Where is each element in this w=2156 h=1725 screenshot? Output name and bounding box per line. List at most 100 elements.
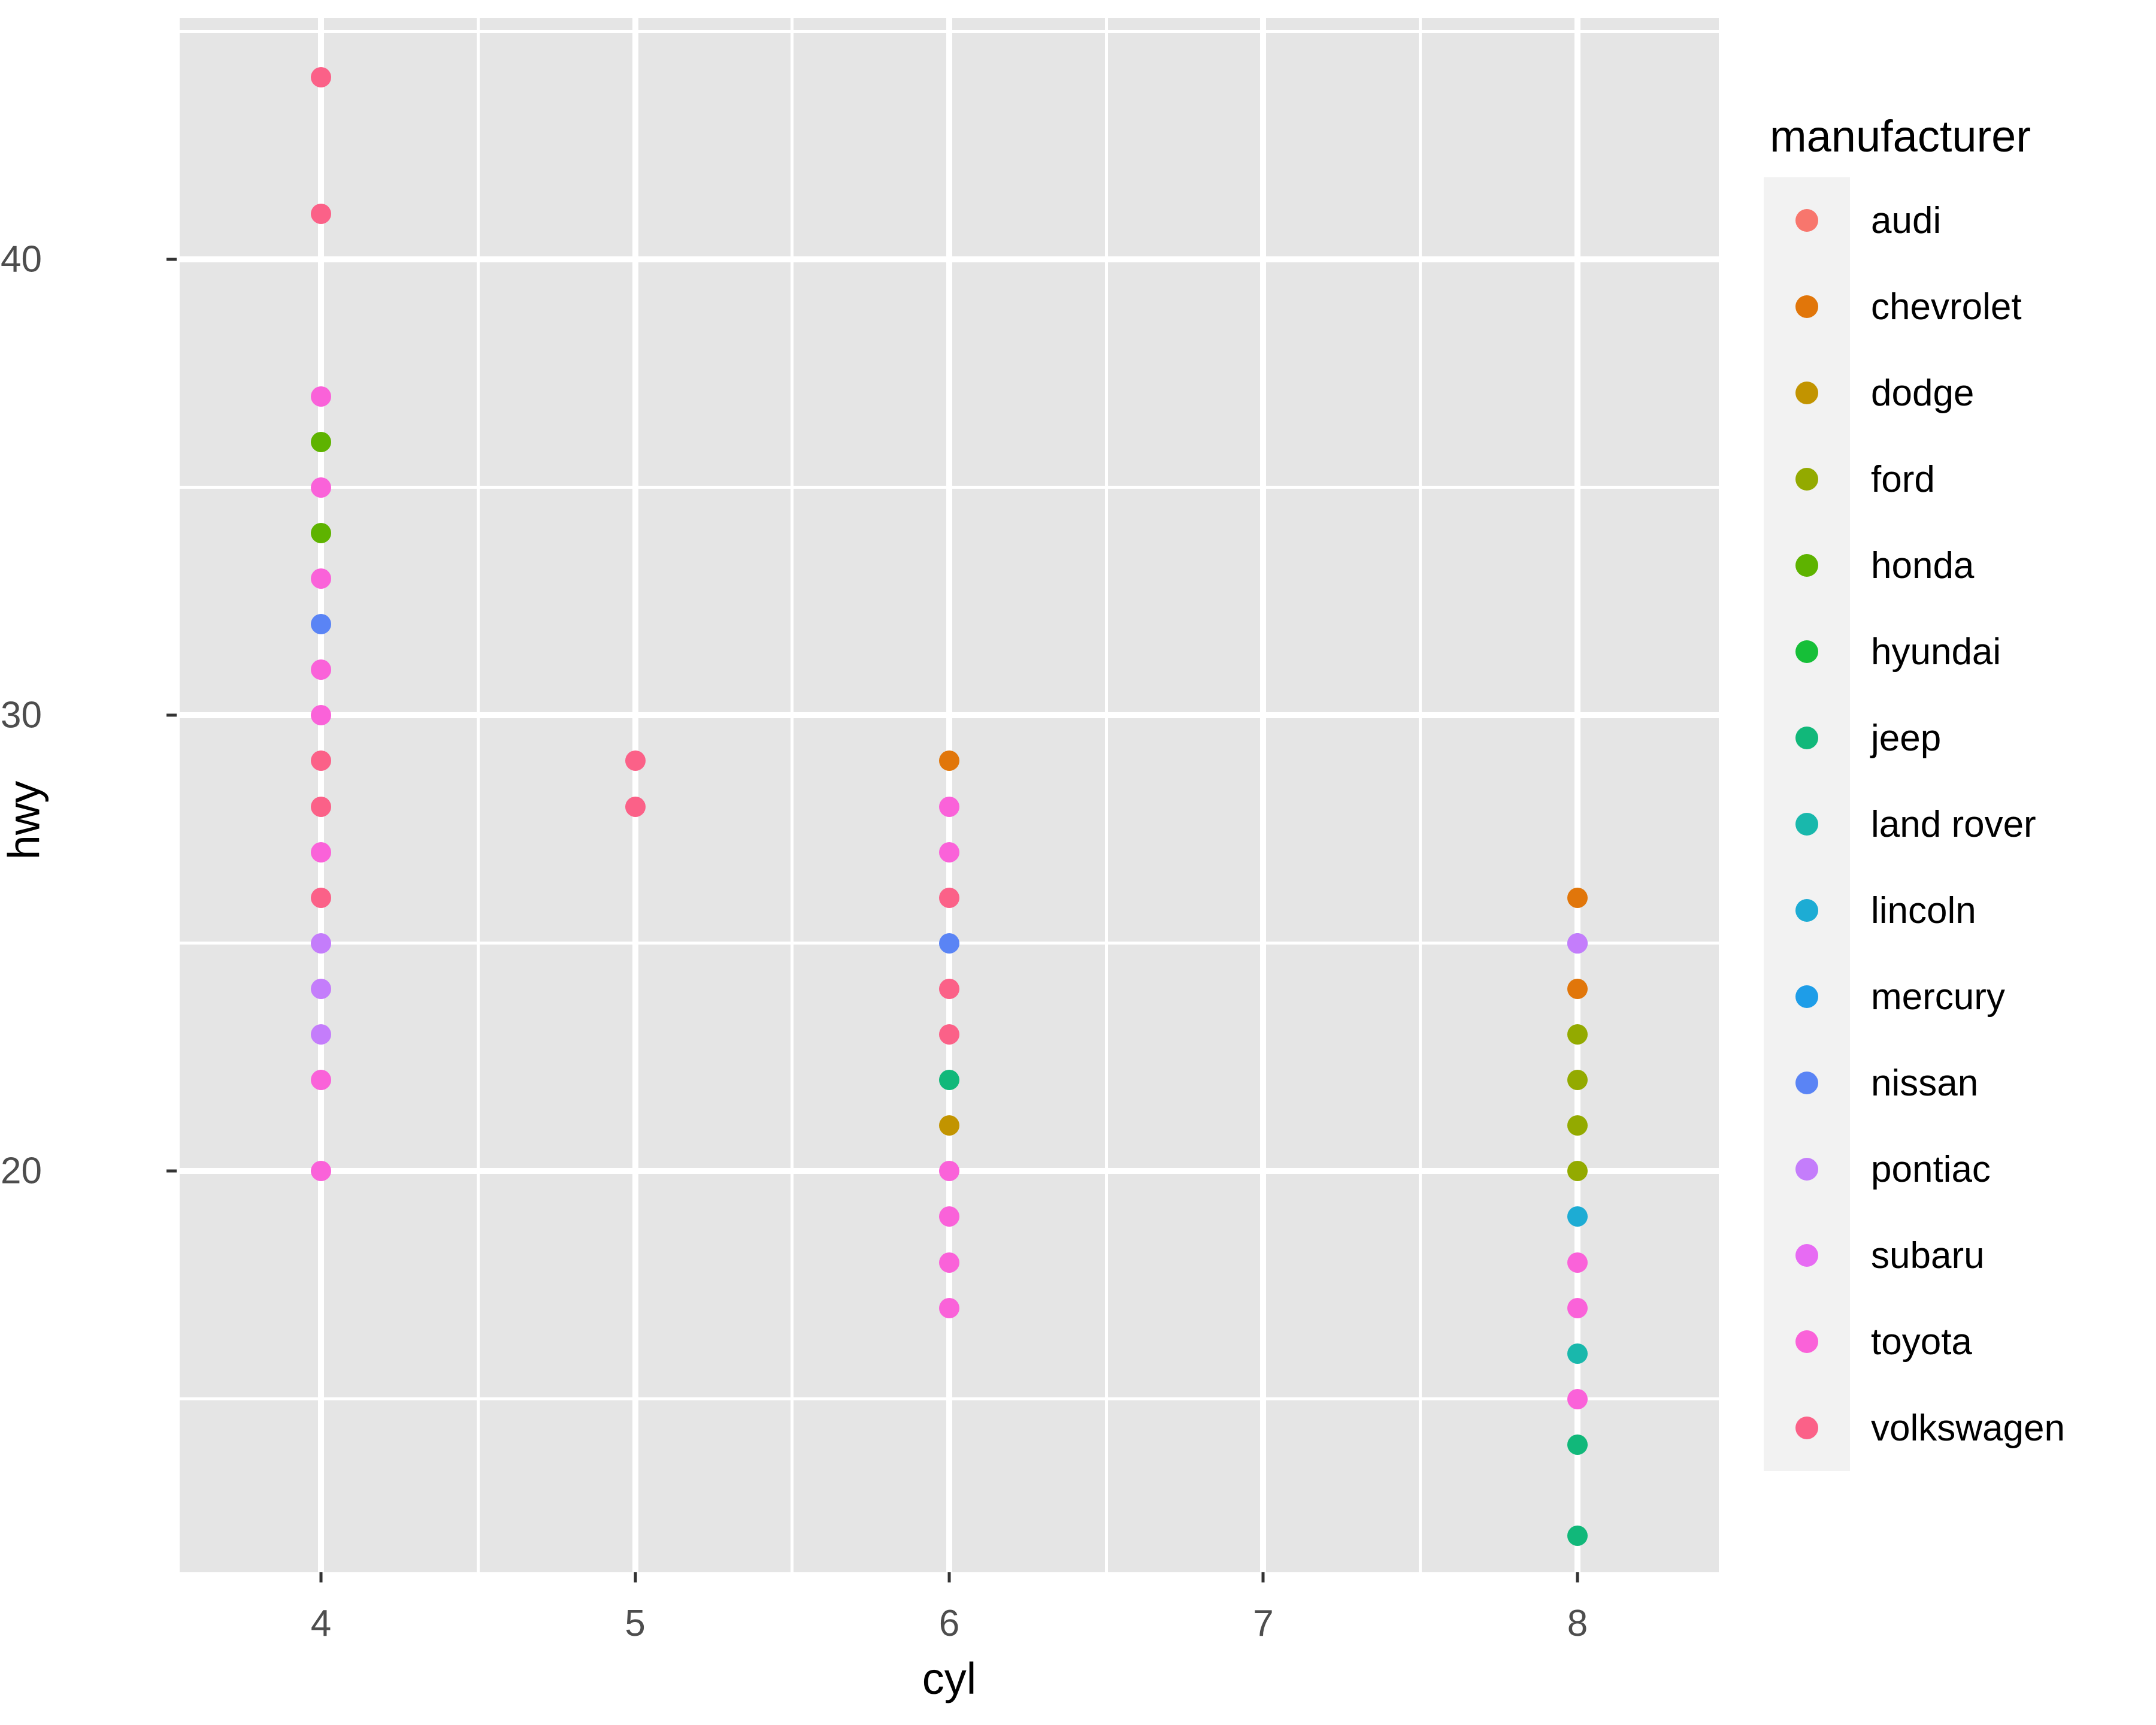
- x-tick-label: 8: [1567, 1603, 1588, 1644]
- legend-point-icon: [1795, 468, 1818, 491]
- data-point: [1567, 1161, 1588, 1182]
- legend-key-swatch: [1764, 695, 1850, 781]
- legend-key-swatch: [1764, 177, 1850, 264]
- legend-key-swatch: [1764, 1212, 1850, 1299]
- legend-item-label: audi: [1871, 199, 1942, 241]
- legend-point-icon: [1795, 209, 1818, 232]
- data-point: [311, 659, 332, 680]
- legend-key-swatch: [1764, 1385, 1850, 1471]
- plot-area: [180, 18, 1719, 1572]
- legend-key-swatch: [1764, 609, 1850, 695]
- legend-point-icon: [1795, 640, 1818, 663]
- legend-item-label: land rover: [1871, 803, 2036, 845]
- data-point: [939, 1161, 959, 1182]
- legend-item-volkswagen[interactable]: volkswagen: [1764, 1385, 2147, 1471]
- legend-item-label: honda: [1871, 544, 1975, 586]
- legend-item-dodge[interactable]: dodge: [1764, 350, 2147, 436]
- data-point: [1567, 978, 1588, 999]
- legend-point-icon: [1795, 1072, 1818, 1094]
- legend-item-subaru[interactable]: subaru: [1764, 1212, 2147, 1299]
- gridline-vertical-major: [318, 18, 325, 1572]
- legend-point-icon: [1795, 554, 1818, 577]
- legend-key-swatch: [1764, 1126, 1850, 1212]
- data-point: [939, 887, 959, 908]
- data-point: [1567, 1115, 1588, 1136]
- data-point: [1567, 1297, 1588, 1318]
- data-point: [1567, 1526, 1588, 1547]
- legend-item-land-rover[interactable]: land rover: [1764, 781, 2147, 867]
- y-tick-mark: [166, 1169, 177, 1173]
- chart-figure: 20 30 40 45678 cyl hwy manufacturer audi ch…: [0, 0, 2156, 1725]
- data-point: [1567, 1343, 1588, 1364]
- gridline-vertical-minor: [1104, 18, 1108, 1572]
- data-point: [939, 978, 959, 999]
- legend-item-lincoln[interactable]: lincoln: [1764, 867, 2147, 954]
- legend-item-pontiac[interactable]: pontiac: [1764, 1126, 2147, 1212]
- legend-point-icon: [1795, 295, 1818, 318]
- legend-point-icon: [1795, 727, 1818, 749]
- legend-key-swatch: [1764, 954, 1850, 1040]
- data-point: [939, 1070, 959, 1091]
- legend-item-label: dodge: [1871, 372, 1975, 414]
- legend-key-swatch: [1764, 1040, 1850, 1126]
- legend-key-swatch: [1764, 1299, 1850, 1385]
- gridline-vertical-major: [1574, 18, 1580, 1572]
- y-tick-mark: [166, 258, 177, 261]
- y-tick-mark: [166, 713, 177, 717]
- legend-item-nissan[interactable]: nissan: [1764, 1040, 2147, 1126]
- data-point: [939, 1297, 959, 1318]
- legend-item-hyundai[interactable]: hyundai: [1764, 609, 2147, 695]
- x-tick-label: 4: [310, 1603, 332, 1644]
- legend-item-label: hyundai: [1871, 631, 2001, 673]
- legend-key-swatch: [1764, 522, 1850, 609]
- plot-panel: [180, 18, 1719, 1572]
- data-point: [311, 614, 332, 635]
- legend-item-label: ford: [1871, 458, 1935, 500]
- data-point: [1567, 1388, 1588, 1409]
- legend-point-icon: [1795, 1417, 1818, 1439]
- x-tick-mark: [1576, 1572, 1579, 1582]
- data-point: [625, 750, 646, 771]
- legend-item-audi[interactable]: audi: [1764, 177, 2147, 264]
- data-point: [311, 796, 332, 817]
- legend-point-icon: [1795, 1158, 1818, 1181]
- legend-items: audi chevrolet dodge ford honda hyundai jeep la…: [1764, 177, 2147, 1471]
- data-point: [311, 386, 332, 407]
- data-point: [939, 1206, 959, 1227]
- legend-item-label: volkswagen: [1871, 1407, 2065, 1449]
- legend-item-chevrolet[interactable]: chevrolet: [1764, 264, 2147, 350]
- data-point: [311, 842, 332, 862]
- data-point: [311, 522, 332, 543]
- data-point: [311, 1024, 332, 1045]
- legend-item-ford[interactable]: ford: [1764, 436, 2147, 522]
- legend-item-toyota[interactable]: toyota: [1764, 1299, 2147, 1385]
- legend-item-honda[interactable]: honda: [1764, 522, 2147, 609]
- data-point: [939, 1115, 959, 1136]
- y-axis-title: hwy: [0, 780, 49, 860]
- gridline-vertical-minor: [791, 18, 794, 1572]
- data-point: [1567, 1024, 1588, 1045]
- data-point: [311, 204, 332, 225]
- legend-item-label: jeep: [1871, 717, 1942, 759]
- gridline-vertical-major: [632, 18, 638, 1572]
- data-point: [939, 750, 959, 771]
- data-point: [311, 66, 332, 87]
- data-point: [311, 978, 332, 999]
- legend-key-swatch: [1764, 350, 1850, 436]
- legend-point-icon: [1795, 1244, 1818, 1267]
- legend-item-jeep[interactable]: jeep: [1764, 695, 2147, 781]
- legend-item-mercury[interactable]: mercury: [1764, 954, 2147, 1040]
- data-point: [939, 1024, 959, 1045]
- x-tick-label: 6: [938, 1603, 960, 1644]
- data-point: [939, 1252, 959, 1273]
- data-point: [939, 933, 959, 954]
- data-point: [311, 431, 332, 452]
- data-point: [625, 796, 646, 817]
- legend-point-icon: [1795, 382, 1818, 404]
- data-point: [311, 1070, 332, 1091]
- legend-point-icon: [1795, 1330, 1818, 1353]
- data-point: [311, 568, 332, 589]
- data-point: [1567, 1252, 1588, 1273]
- legend-item-label: chevrolet: [1871, 286, 2022, 328]
- legend-item-label: toyota: [1871, 1321, 1972, 1363]
